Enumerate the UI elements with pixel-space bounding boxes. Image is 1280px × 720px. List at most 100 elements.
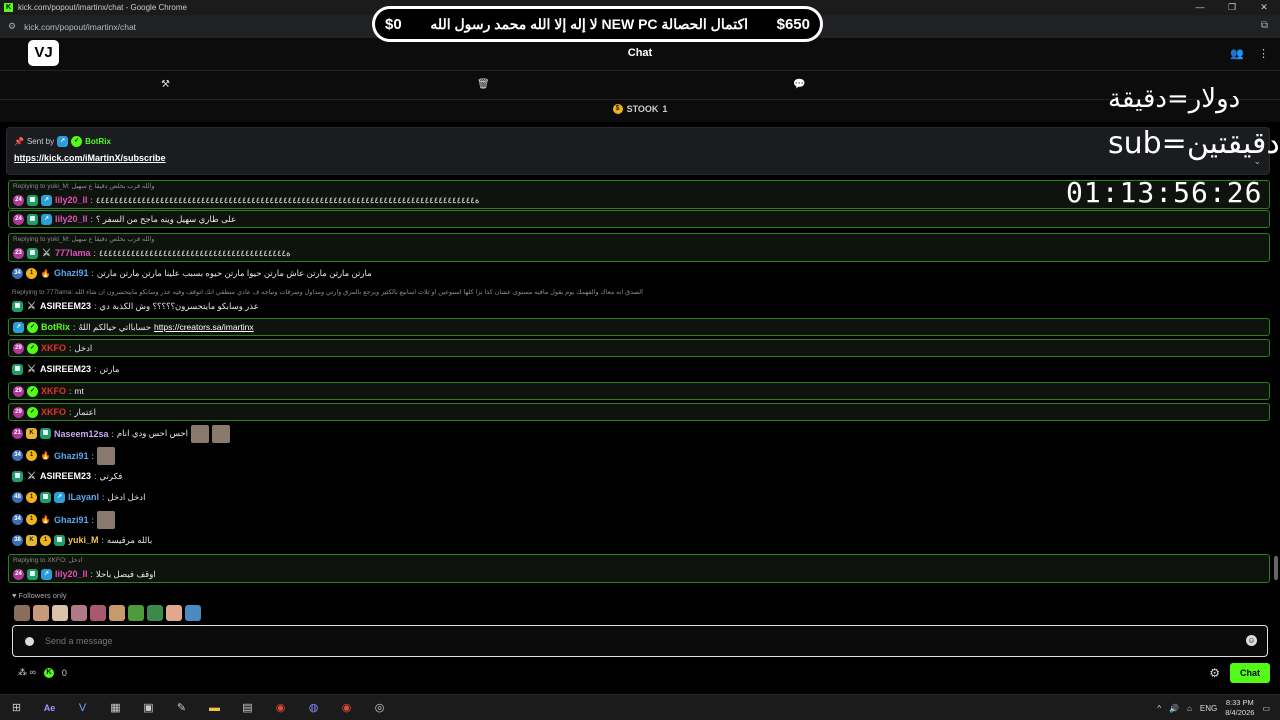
og-badge-icon: K (26, 428, 37, 439)
emote-button[interactable] (109, 605, 125, 621)
obs-icon[interactable]: ◎ (363, 695, 396, 720)
restore-icon[interactable]: ❐ (1216, 0, 1248, 15)
more-options-icon[interactable]: ⋮ (1258, 47, 1269, 60)
chat-header: VJ Chat 👥 ⋮ (0, 38, 1280, 70)
users-icon[interactable]: 👥 (1230, 47, 1244, 60)
emote-button[interactable] (33, 605, 49, 621)
store-icon[interactable]: ▤ (231, 695, 264, 720)
window-icon[interactable]: ▣ (132, 695, 165, 720)
username[interactable]: yuki_M (68, 535, 99, 545)
window-title: kick.com/popout/imartinx/chat - Google C… (18, 3, 187, 12)
username[interactable]: 777lama (55, 248, 91, 258)
emote-button[interactable] (14, 605, 30, 621)
calculator-icon[interactable]: ▦ (99, 695, 132, 720)
verified-badge-icon: ✓ (27, 385, 38, 397)
emote-button[interactable] (52, 605, 68, 621)
reply-context[interactable]: Replying to yuki_M: والله قرب بحلص دقيقا… (9, 234, 1269, 245)
tray-chevron-icon[interactable]: ^ (1157, 704, 1161, 713)
hammer-icon[interactable]: ⚒ (161, 79, 170, 90)
username[interactable]: lily20_ll (55, 214, 88, 224)
chat-scrollbar[interactable] (1274, 556, 1278, 580)
username[interactable]: lLayanl (68, 492, 99, 502)
start-icon[interactable]: ⊞ (0, 695, 33, 720)
minimize-icon[interactable]: — (1184, 0, 1216, 15)
chat-messages[interactable]: Replying to yuki_M: والله قرب بحلص دقيقا… (0, 178, 1280, 588)
username[interactable]: XKFO (41, 386, 66, 396)
username[interactable]: ASIREEM23 (40, 364, 91, 374)
stook-badge[interactable]: $ STOOK 1 (612, 104, 667, 114)
emoji-picker-icon[interactable] (25, 637, 34, 646)
discord-icon[interactable]: ◍ (297, 695, 330, 720)
reply-context[interactable]: Replying to XKFO: ادخل (9, 555, 1269, 566)
vegas-icon[interactable]: V (66, 695, 99, 720)
emote-button[interactable] (128, 605, 144, 621)
chat-message: 29 ✓ XKFO: mt (8, 382, 1270, 400)
after-effects-icon[interactable]: Ae (33, 695, 66, 720)
username[interactable]: lily20_ll (55, 569, 88, 579)
open-in-chrome-icon[interactable]: ⧉ (1261, 20, 1268, 31)
network-icon[interactable]: ⌂ (1187, 704, 1192, 713)
username[interactable]: Ghazi91 (54, 515, 89, 525)
username[interactable]: ASIREEM23 (40, 471, 91, 481)
emote-button[interactable] (185, 605, 201, 621)
chat-bubble-icon[interactable]: 💬 (793, 79, 805, 90)
message-input[interactable] (45, 633, 1225, 649)
notifications-icon[interactable]: ▭ (1262, 704, 1270, 713)
username[interactable]: BotRix (41, 322, 70, 332)
close-icon[interactable]: ✕ (1248, 0, 1280, 15)
username[interactable]: ASIREEM23 (40, 301, 91, 311)
chat-message: 24 ▦ ↗ lily20_ll: على طاري سهيل وينه ماج… (8, 210, 1270, 228)
emote-button[interactable] (71, 605, 87, 621)
chat-message: 38 K 1 ▦ yuki_M: بالله مرقيسه (8, 532, 1270, 548)
message-input-box[interactable]: ☺ (12, 625, 1268, 657)
emote-button[interactable] (147, 605, 163, 621)
send-chat-button[interactable]: Chat (1230, 663, 1270, 683)
username[interactable]: Ghazi91 (54, 451, 89, 461)
og-badge-icon: K (26, 534, 37, 546)
taskbar-clock[interactable]: 8:33 PM 8/4/2026 (1225, 698, 1254, 718)
chat-message: 34 1 🔥 Ghazi91: مارتن مارتن مارتن عاش ما… (8, 265, 1270, 281)
volume-icon[interactable]: 🔊 (1169, 704, 1179, 713)
goal-current-amount: $0 (385, 15, 402, 33)
pinned-message: 📌 Sent by ↗ ✓ BotRix https://kick.com/iM… (6, 127, 1270, 175)
chrome-active-icon[interactable]: ◉ (330, 695, 363, 720)
tool-icon[interactable]: ✎ (165, 695, 198, 720)
points-icon[interactable]: ⁂ ∞ (18, 667, 36, 678)
sub-badge-icon: 29 (13, 342, 24, 354)
mod-badge-icon: ▦ (12, 470, 23, 482)
emote-button[interactable] (166, 605, 182, 621)
chrome-icon[interactable]: ◉ (264, 695, 297, 720)
pinned-subscribe-link[interactable]: https://kick.com/iMartinX/subscribe (14, 153, 166, 163)
url-text[interactable]: kick.com/popout/imartinx/chat (24, 22, 136, 32)
username[interactable]: Naseem12sa (54, 429, 109, 439)
emote-button[interactable] (90, 605, 106, 621)
emote-image (96, 510, 115, 529)
chat-message: 29 ✓ XKFO: ادخل (8, 339, 1270, 357)
followers-only-notice: ♥ Followers only (12, 591, 66, 600)
sub-badge-icon: 34 (12, 450, 23, 461)
username[interactable]: Ghazi91 (54, 268, 89, 278)
message-text: احس احس ودي انام (116, 428, 189, 438)
username[interactable]: XKFO (41, 343, 66, 353)
emote-image (96, 446, 115, 465)
reply-context[interactable]: Replying to 777lama: الصدق انه معاك والف… (8, 287, 1270, 298)
gift-badge-icon: ↗ (54, 491, 65, 503)
folder-icon[interactable]: ▬ (198, 695, 231, 720)
sub-badge-icon: 24 (13, 568, 24, 580)
gear-icon[interactable]: ⚙ (1209, 666, 1220, 680)
username[interactable]: lily20_ll (55, 195, 88, 205)
gift-badge-icon: ↗ (41, 568, 52, 580)
mod-badge-icon: ▦ (12, 363, 23, 375)
username[interactable]: XKFO (41, 407, 66, 417)
site-settings-icon[interactable]: ⚙ (8, 21, 16, 32)
message-text: ادخل ادخل (107, 491, 146, 502)
mod-tools-row: ⚒ 🗑 💬 (0, 70, 1280, 100)
mod-badge-icon: ▦ (27, 247, 38, 259)
pinned-bot-name[interactable]: BotRix (85, 137, 111, 146)
overlay-rate-dollar: دولار=دقيقة (1108, 84, 1241, 114)
smiley-icon[interactable]: ☺ (1246, 635, 1257, 646)
trash-icon[interactable]: 🗑 (477, 79, 490, 90)
sub-badge-icon: 24 (13, 194, 24, 206)
message-link[interactable]: https://creators.sa/imartinx (154, 322, 254, 332)
language-indicator[interactable]: ENG (1200, 704, 1217, 713)
